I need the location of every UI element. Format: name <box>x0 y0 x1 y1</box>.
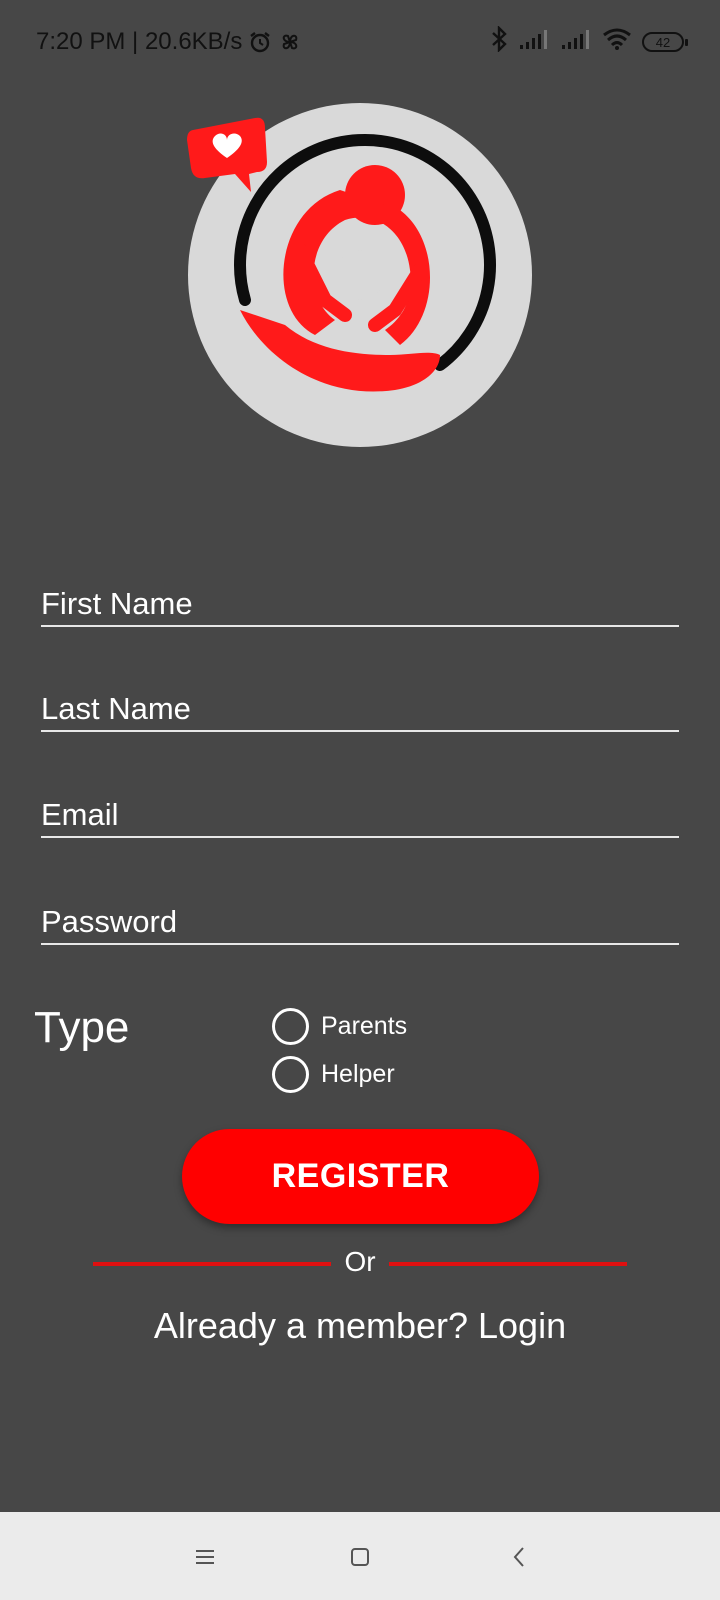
register-button[interactable]: REGISTER <box>182 1129 539 1224</box>
email-field[interactable] <box>41 778 679 838</box>
status-left: 7:20 PM | 20.6KB/s <box>36 28 302 56</box>
bluetooth-icon <box>490 24 508 59</box>
register-screen: 7:20 PM | 20.6KB/s 42 First Name Last Na… <box>0 0 720 1600</box>
alarm-icon <box>248 30 272 54</box>
radio-button-helper[interactable] <box>272 1056 309 1093</box>
status-right: 42 <box>490 24 688 59</box>
divider-right <box>389 1262 627 1266</box>
wifi-icon <box>602 27 632 58</box>
password-input[interactable] <box>41 885 679 943</box>
signal-icon <box>518 28 550 57</box>
app-logo <box>185 100 535 450</box>
or-label: Or <box>344 1246 376 1277</box>
radio-option-parents[interactable]: Parents <box>272 1008 407 1045</box>
email-input[interactable] <box>41 778 679 836</box>
pinwheel-icon <box>278 30 302 54</box>
battery-icon: 42 <box>642 32 688 52</box>
login-link[interactable]: Already a member? Login <box>0 1305 720 1347</box>
last-name-input[interactable] <box>41 672 679 730</box>
menu-icon[interactable] <box>190 1545 220 1569</box>
last-name-field[interactable] <box>41 672 679 732</box>
type-label: Type <box>34 1003 130 1052</box>
radio-label-parents: Parents <box>321 1012 408 1040</box>
radio-option-helper[interactable]: Helper <box>272 1056 395 1093</box>
radio-button-parents[interactable] <box>272 1008 309 1045</box>
back-chevron-icon[interactable] <box>504 1545 534 1569</box>
status-time-speed: 7:20 PM | 20.6KB/s <box>36 28 243 55</box>
password-field[interactable] <box>41 885 679 945</box>
first-name-input[interactable] <box>41 567 679 625</box>
first-name-field[interactable] <box>41 567 679 627</box>
signal-icon <box>560 28 592 57</box>
radio-label-helper: Helper <box>321 1060 395 1088</box>
divider-left <box>93 1262 331 1266</box>
status-bar: 7:20 PM | 20.6KB/s 42 <box>0 0 720 84</box>
home-square-icon[interactable] <box>345 1545 375 1569</box>
